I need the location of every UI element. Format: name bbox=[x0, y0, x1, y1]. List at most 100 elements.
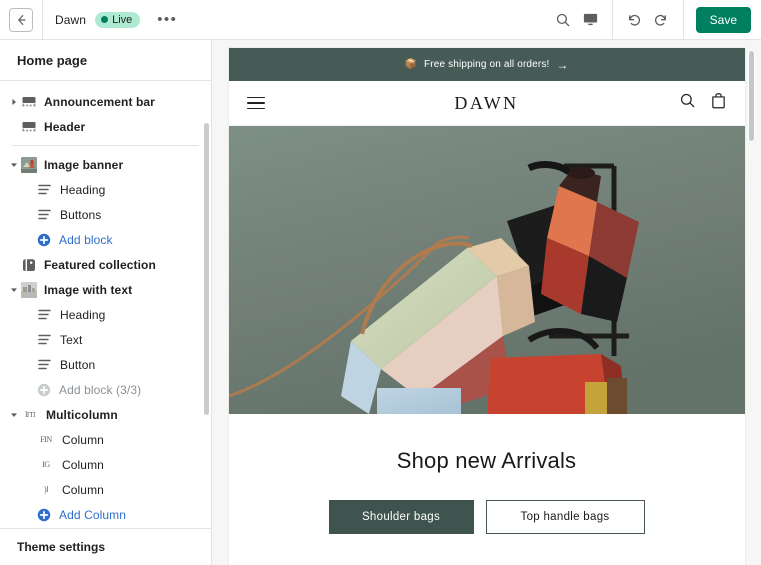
block-label: Column bbox=[62, 482, 104, 497]
plus-circle-icon bbox=[37, 383, 51, 397]
add-block-button[interactable]: Add block bbox=[0, 227, 211, 252]
theme-name-label: Dawn bbox=[55, 12, 87, 27]
sidebar-block-buttons[interactable]: Buttons bbox=[0, 202, 211, 227]
sidebar-block-column-3[interactable]: )l Column bbox=[0, 477, 211, 502]
sidebar-block-button[interactable]: Button bbox=[0, 352, 211, 377]
top-bar-divider bbox=[42, 0, 43, 40]
undo-icon[interactable] bbox=[620, 6, 648, 34]
chevron-down-icon[interactable] bbox=[8, 284, 20, 296]
live-badge-label: Live bbox=[112, 13, 133, 26]
sidebar-item-label: Image with text bbox=[44, 282, 133, 297]
sidebar-item-label: Multicolumn bbox=[46, 407, 118, 422]
text-lines-icon bbox=[37, 332, 52, 347]
plus-circle-icon bbox=[37, 233, 51, 247]
preview-scrollbar[interactable] bbox=[748, 50, 755, 555]
announcement-text: Free shipping on all orders! bbox=[424, 59, 550, 70]
sidebar-item-label: Header bbox=[44, 119, 86, 134]
more-options-icon[interactable]: ••• bbox=[154, 12, 180, 28]
column-thumbnail-3: )l bbox=[44, 485, 48, 494]
live-status-dot bbox=[101, 16, 109, 23]
hero-banner-image bbox=[228, 126, 745, 414]
column-thumbnail-2: IG bbox=[42, 460, 50, 469]
sections-sidebar: Home page Announcement bar Header Image … bbox=[0, 40, 212, 565]
store-logo: DAWN bbox=[454, 92, 519, 113]
page-title: Home page bbox=[0, 40, 211, 81]
preview-store-header[interactable]: DAWN bbox=[228, 81, 745, 126]
sidebar-item-label: Featured collection bbox=[44, 257, 156, 272]
block-label: Button bbox=[60, 357, 96, 372]
save-button[interactable]: Save bbox=[695, 6, 751, 33]
image-banner-thumbnail bbox=[21, 156, 37, 173]
hamburger-menu-icon[interactable] bbox=[246, 93, 265, 113]
theme-preview-area: 📦 Free shipping on all orders! → DAWN Sh… bbox=[212, 40, 761, 565]
add-block-label: Add block bbox=[59, 232, 113, 247]
arrow-right-icon: → bbox=[556, 57, 569, 72]
desktop-monitor-icon[interactable] bbox=[577, 6, 605, 34]
announcement-bar-icon bbox=[21, 94, 37, 110]
preview-scrollbar-thumb[interactable] bbox=[748, 50, 755, 142]
sidebar-item-announcement-bar[interactable]: Announcement bar bbox=[0, 89, 211, 114]
block-label: Column bbox=[62, 432, 104, 447]
top-bar-right-group: Save bbox=[549, 0, 761, 40]
sections-list: Announcement bar Header Image banner Hea… bbox=[0, 81, 211, 528]
add-block-button-disabled: Add block (3/3) bbox=[0, 377, 211, 402]
theme-settings-button[interactable]: Theme settings bbox=[0, 528, 211, 565]
add-column-button[interactable]: Add Column bbox=[0, 502, 211, 527]
column-thumbnail-1: FIN bbox=[40, 435, 52, 444]
rich-text-section: Shop new Arrivals Shoulder bags Top hand… bbox=[228, 414, 745, 560]
text-lines-icon bbox=[37, 182, 52, 197]
sidebar-block-heading[interactable]: Heading bbox=[0, 177, 211, 202]
chevron-down-icon[interactable] bbox=[8, 409, 20, 421]
sidebar-block-column-2[interactable]: IG Column bbox=[0, 452, 211, 477]
shopping-bag-icon[interactable] bbox=[710, 92, 727, 115]
storefront-preview: 📦 Free shipping on all orders! → DAWN Sh… bbox=[228, 48, 745, 565]
block-label: Buttons bbox=[60, 207, 102, 222]
sidebar-block-text[interactable]: Text bbox=[0, 327, 211, 352]
add-block-label: Add block (3/3) bbox=[59, 382, 142, 397]
block-label: Column bbox=[62, 457, 104, 472]
search-icon[interactable] bbox=[679, 92, 696, 114]
text-lines-icon bbox=[37, 357, 52, 372]
header-icon bbox=[21, 119, 37, 135]
sidebar-item-header[interactable]: Header bbox=[0, 114, 211, 139]
store-header-actions bbox=[679, 92, 727, 115]
sidebar-item-featured-collection[interactable]: Featured collection bbox=[0, 252, 211, 277]
section-heading: Shop new Arrivals bbox=[396, 448, 577, 473]
add-column-label: Add Column bbox=[59, 507, 127, 522]
plus-circle-icon bbox=[37, 508, 51, 522]
sidebar-scrollbar-thumb[interactable] bbox=[204, 123, 209, 415]
sidebar-item-label: Announcement bar bbox=[44, 94, 155, 109]
sidebar-scrollbar[interactable] bbox=[204, 123, 209, 528]
sidebar-item-label: Image banner bbox=[44, 157, 124, 172]
editor-body: Home page Announcement bar Header Image … bbox=[0, 40, 761, 565]
text-lines-icon bbox=[37, 307, 52, 322]
sidebar-item-image-with-text[interactable]: Image with text bbox=[0, 277, 211, 302]
package-emoji-icon: 📦 bbox=[404, 59, 418, 70]
top-bar-divider-3 bbox=[682, 0, 684, 40]
section-buttons: Shoulder bags Top handle bags bbox=[229, 500, 745, 534]
sidebar-item-image-banner[interactable]: Image banner bbox=[0, 152, 211, 177]
image-with-text-thumbnail bbox=[21, 281, 37, 298]
search-icon[interactable] bbox=[549, 6, 577, 34]
block-label: Text bbox=[60, 332, 83, 347]
sidebar-item-multicolumn[interactable]: l ГП Multicolumn bbox=[0, 402, 211, 427]
sidebar-block-column-1[interactable]: FIN Column bbox=[0, 427, 211, 452]
text-lines-icon bbox=[37, 207, 52, 222]
top-bar-divider-2 bbox=[611, 0, 613, 40]
preview-announcement-bar[interactable]: 📦 Free shipping on all orders! → bbox=[228, 48, 745, 81]
redo-icon[interactable] bbox=[648, 6, 676, 34]
top-bar-left-group: Dawn Live ••• bbox=[0, 0, 180, 40]
shoulder-bags-button[interactable]: Shoulder bags bbox=[328, 500, 474, 534]
top-handle-bags-button[interactable]: Top handle bags bbox=[485, 500, 645, 534]
editor-top-bar: Dawn Live ••• Save bbox=[0, 0, 761, 40]
block-label: Heading bbox=[60, 307, 106, 322]
chevron-down-icon[interactable] bbox=[8, 159, 20, 171]
block-label: Heading bbox=[60, 182, 106, 197]
sidebar-divider bbox=[12, 145, 199, 146]
multicolumn-thumbnail: l ГП bbox=[25, 410, 35, 419]
status-badge-live: Live bbox=[95, 11, 141, 28]
chevron-right-icon[interactable] bbox=[8, 96, 20, 108]
sidebar-block-heading-2[interactable]: Heading bbox=[0, 302, 211, 327]
back-arrow-icon[interactable] bbox=[9, 7, 33, 32]
collection-tag-icon bbox=[21, 257, 37, 273]
